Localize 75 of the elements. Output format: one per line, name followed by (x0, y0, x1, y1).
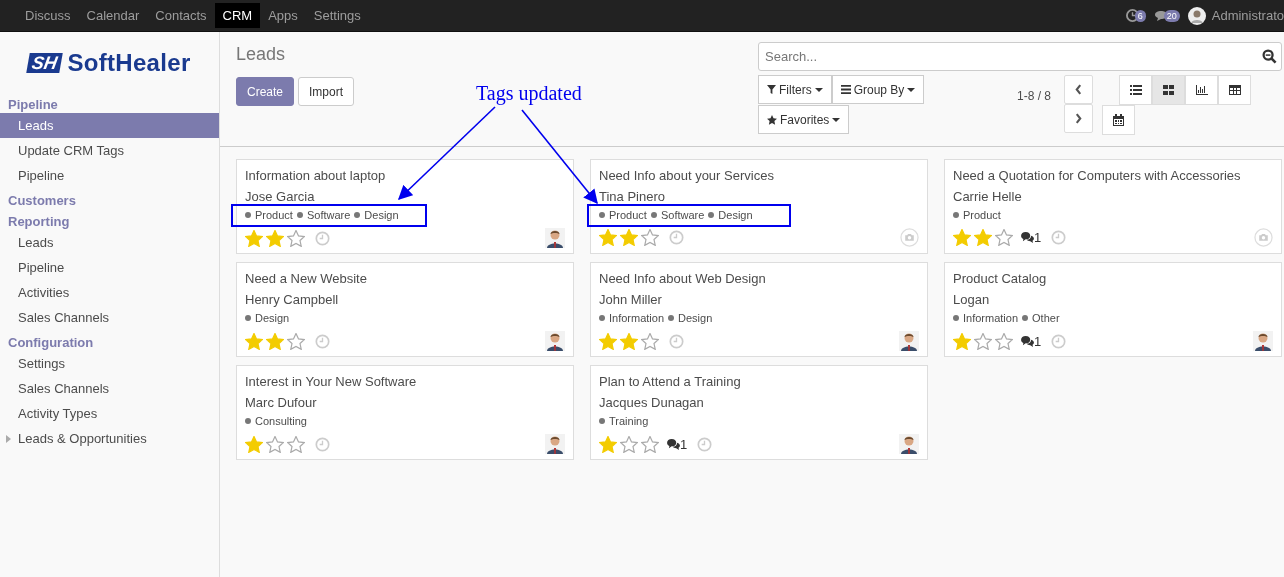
lead-card[interactable]: Need Info about Web Design John Miller Information Design (590, 262, 928, 357)
tag-label: Product (599, 207, 647, 223)
tag-label: Information (599, 310, 665, 326)
sidebar-item[interactable]: Pipeline (0, 163, 219, 188)
tag-label: Consulting (245, 413, 307, 429)
lead-title: Information about laptop (245, 168, 387, 183)
customer-name: Marc Dufour (245, 395, 318, 410)
sidebar-item[interactable]: Activity Types (0, 401, 219, 426)
top-menu-item[interactable]: Apps (260, 3, 306, 28)
lead-card[interactable]: Need a New Website Henry Campbell Design (236, 262, 574, 357)
notification-badge: 6 (1134, 9, 1146, 22)
create-button[interactable]: Create (236, 77, 295, 106)
import-button[interactable]: Import (298, 77, 355, 106)
annotation-text: Tags updated (476, 82, 582, 105)
lead-title: Product Catalog (953, 271, 1048, 286)
customer-name: John Miller (599, 292, 663, 307)
top-menu-item[interactable]: Contacts (147, 3, 215, 28)
tag-label: Product (245, 207, 293, 223)
lead-card[interactable]: Need Info about your Services Tina Pinero Product Software Design (590, 159, 928, 254)
sidebar-item[interactable]: Settings (0, 351, 219, 376)
sidebar-item[interactable]: Sales Channels (0, 376, 219, 401)
sidebar-section-heading: Configuration (7, 334, 95, 351)
lead-title: Need a New Website (245, 271, 368, 286)
user-name[interactable]: Administrato (1211, 8, 1284, 23)
lead-card[interactable]: Plan to Attend a Training Jacques Dunagan Training 1 (590, 365, 928, 460)
message-count: 1 (1034, 230, 1042, 245)
tag-label: Design (354, 207, 399, 223)
lead-card[interactable]: Interest in Your New Software Marc Dufour Consulting (236, 365, 574, 460)
sidebar-item[interactable]: Leads (0, 230, 219, 255)
lead-card[interactable]: Product Catalog Logan Information Other 1 (944, 262, 1282, 357)
sidebar-section-heading: Pipeline (7, 96, 59, 113)
search-field[interactable]: Search... (758, 42, 1282, 71)
top-menu-item[interactable]: Calendar (78, 3, 148, 28)
lead-card[interactable]: Information about laptop Jose Garcia Product Software Design (236, 159, 574, 254)
sidebar-item[interactable]: Leads & Opportunities (0, 426, 219, 451)
company-logo: SH SoftHealer (0, 34, 219, 92)
tag-label: Software (296, 207, 351, 223)
customer-name: Jose Garcia (245, 189, 316, 204)
customer-name: Carrie Helle (953, 189, 1023, 204)
tag-label: Other (1022, 310, 1060, 326)
message-count: 1 (680, 436, 688, 452)
sidebar-item[interactable]: Leads (0, 113, 219, 138)
customer-name: Jacques Dunagan (599, 395, 705, 410)
sidebar-section-heading: Customers (7, 192, 77, 209)
customer-name: Henry Campbell (245, 292, 340, 307)
lead-card[interactable]: Need a Quotation for Computers with Accessories Carrie Helle Product 1 (944, 159, 1282, 254)
lead-title: Plan to Attend a Training (599, 374, 742, 389)
tag-label: Software (650, 207, 705, 223)
tag-label: Information (953, 310, 1019, 326)
tag-label: Design (245, 310, 290, 326)
sidebar-item[interactable]: Pipeline (0, 255, 219, 280)
tag-label: Product (953, 207, 1001, 223)
sidebar-item[interactable]: Activities (0, 280, 219, 305)
pager-counter: 1-8 / 8 (1016, 88, 1052, 105)
filter-dropdown-button[interactable]: Group By (831, 75, 925, 104)
sidebar-section-heading: Reporting (7, 213, 71, 230)
customer-name: Tina Pinero (599, 189, 666, 204)
notification-badge: 20 (1163, 9, 1180, 22)
message-count: 1 (1034, 333, 1042, 349)
lead-title: Interest in Your New Software (245, 374, 418, 389)
breadcrumb-title: Leads (236, 44, 287, 65)
customer-name: Logan (953, 292, 991, 307)
filter-dropdown-button[interactable]: Filters (758, 75, 832, 104)
tag-label: Design (668, 310, 713, 326)
top-menu-item[interactable]: Discuss (17, 3, 79, 28)
sidebar-item[interactable]: Update CRM Tags (0, 138, 219, 163)
tag-label: Design (708, 207, 753, 223)
tag-label: Training (599, 413, 649, 429)
lead-title: Need Info about your Services (599, 168, 775, 183)
top-menu-item[interactable]: Settings (305, 3, 369, 28)
filter-dropdown-button[interactable]: Favorites (758, 105, 850, 134)
sidebar-item[interactable]: Sales Channels (0, 305, 219, 330)
lead-title: Need Info about Web Design (599, 271, 767, 286)
top-menu-item[interactable]: CRM (214, 3, 261, 28)
lead-title: Need a Quotation for Computers with Accessories (953, 168, 1242, 183)
